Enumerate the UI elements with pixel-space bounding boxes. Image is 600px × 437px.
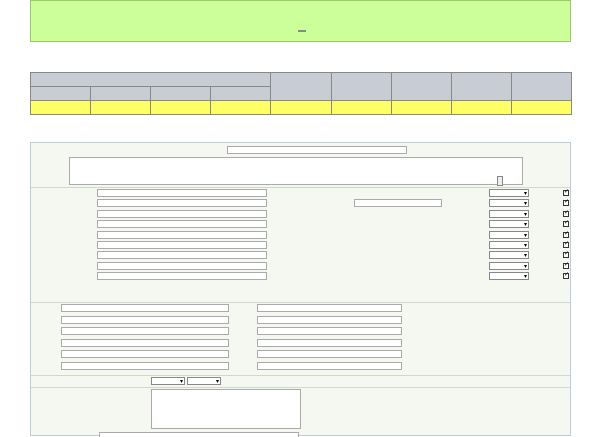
- col-mark-7: [451, 100, 512, 115]
- header-merge-input-3[interactable]: [257, 338, 402, 347]
- header-merge-input-5[interactable]: [257, 362, 402, 370]
- field-input-8[interactable]: [97, 272, 267, 281]
- logout-button[interactable]: [298, 30, 306, 32]
- field-input-6[interactable]: [97, 251, 267, 260]
- header-input-0[interactable]: [61, 304, 229, 312]
- col-header-7: [451, 72, 512, 101]
- field-show-checkbox-1[interactable]: [563, 198, 569, 207]
- col-mark-5: [331, 100, 392, 115]
- header-merge-input-1[interactable]: [257, 315, 402, 324]
- header-input-5[interactable]: [61, 362, 229, 370]
- header-merge-input-0[interactable]: [257, 304, 402, 312]
- field-attr-select-3[interactable]: [489, 220, 529, 229]
- field-attr-select-6[interactable]: [489, 251, 529, 260]
- col-header-2: [150, 86, 211, 101]
- col-header-8: [511, 72, 572, 101]
- user-textarea[interactable]: [69, 157, 523, 185]
- field-attr-select-1[interactable]: [489, 199, 529, 208]
- formula-input[interactable]: [354, 199, 442, 207]
- header-input-4[interactable]: [61, 350, 229, 359]
- field-input-0[interactable]: [97, 189, 267, 197]
- field-input-3[interactable]: [97, 220, 267, 229]
- table-name-input[interactable]: [227, 146, 407, 154]
- contact-line: [31, 26, 570, 34]
- col-header-5: [331, 72, 392, 101]
- field-input-1[interactable]: [97, 199, 267, 208]
- status-select-2[interactable]: [187, 377, 221, 385]
- preview-table: [30, 72, 572, 115]
- fill-note-textarea[interactable]: [151, 389, 301, 429]
- field-input-2[interactable]: [97, 209, 267, 218]
- field-input-7[interactable]: [97, 261, 267, 270]
- col-mark-3: [210, 100, 271, 115]
- field-attr-select-8[interactable]: [489, 272, 529, 281]
- header-input-3[interactable]: [61, 338, 229, 347]
- field-attr-select-2[interactable]: [489, 209, 529, 218]
- group-header-time: [30, 72, 271, 87]
- field-show-checkbox-3[interactable]: [563, 219, 569, 228]
- set-data-source-button[interactable]: [497, 176, 503, 186]
- col-header-3: [210, 86, 271, 101]
- col-mark-6: [391, 100, 452, 115]
- header-input-2[interactable]: [61, 327, 229, 336]
- col-mark-2: [150, 100, 211, 115]
- col-header-0: [30, 86, 91, 101]
- header-input-1[interactable]: [61, 315, 229, 324]
- field-show-checkbox-4[interactable]: [563, 230, 569, 238]
- col-mark-0: [30, 100, 91, 115]
- field-input-5[interactable]: [97, 241, 267, 249]
- field-attr-select-4[interactable]: [489, 230, 529, 239]
- field-attr-select-0[interactable]: [489, 189, 529, 197]
- field-show-checkbox-7[interactable]: [563, 261, 569, 269]
- field-attr-select-7[interactable]: [489, 261, 529, 270]
- field-show-checkbox-8[interactable]: [563, 271, 569, 280]
- status-select-1[interactable]: [151, 377, 185, 385]
- col-header-4: [270, 72, 332, 101]
- header-merge-input-4[interactable]: [257, 350, 402, 359]
- col-mark-4: [270, 100, 332, 115]
- col-mark-8: [511, 100, 572, 115]
- field-input-4[interactable]: [97, 230, 267, 239]
- editor-panel: [30, 142, 571, 437]
- field-attr-select-5[interactable]: [489, 241, 529, 249]
- col-mark-1: [90, 100, 151, 115]
- field-show-checkbox-5[interactable]: [563, 240, 569, 248]
- header-merge-input-2[interactable]: [257, 327, 402, 336]
- field-show-checkbox-2[interactable]: [563, 209, 569, 217]
- col-header-6: [391, 72, 452, 101]
- field-show-checkbox-0[interactable]: [563, 188, 569, 196]
- col-header-1: [90, 86, 151, 101]
- footer-input-partial[interactable]: [99, 432, 299, 437]
- app-header: [30, 0, 571, 42]
- field-show-checkbox-6[interactable]: [563, 250, 569, 259]
